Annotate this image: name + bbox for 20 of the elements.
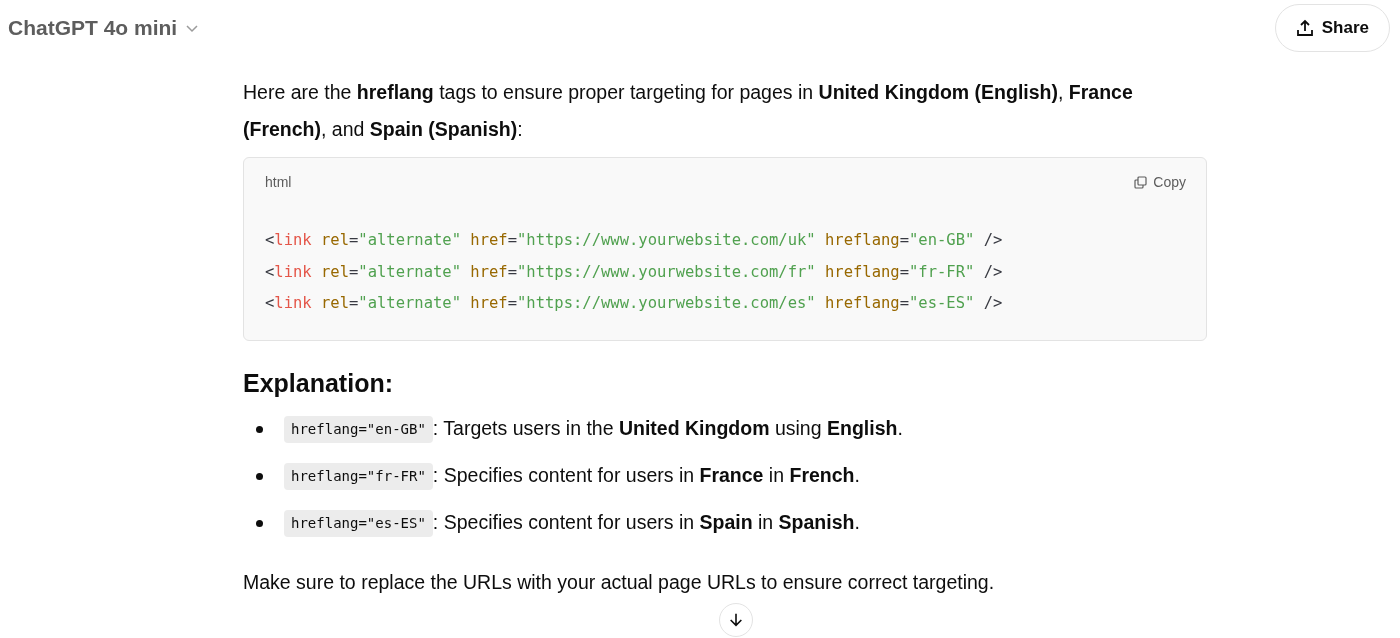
upload-icon bbox=[1295, 19, 1314, 37]
section-heading: Explanation: bbox=[243, 368, 394, 399]
bullet-text: : Specifies content for users in Spain in Spanish. bbox=[432, 510, 860, 536]
inline-code: hreflang="es-ES" bbox=[284, 509, 433, 537]
intro-paragraph: Here are the hreflang tags to ensure proper targeting for pages in United Kingdom (English), France (French), and Spain (Spanish): bbox=[243, 80, 1134, 142]
inline-code: hreflang="fr-FR" bbox=[284, 462, 433, 490]
copy-button[interactable]: Copy bbox=[1134, 171, 1186, 193]
copy-icon bbox=[1134, 175, 1148, 189]
code-language-label: html bbox=[265, 172, 292, 192]
bullet-text: : Specifies content for users in France in French. bbox=[432, 463, 860, 489]
closing-paragraph: Make sure to replace the URLs with your actual page URLs to ensure correct targeting. bbox=[243, 571, 996, 594]
scroll-down-button[interactable] bbox=[719, 603, 753, 637]
inline-code: hreflang="en-GB" bbox=[284, 415, 433, 443]
code-line: <link rel="alternate" href="https://www.yourwebsite.com/fr" hreflang="fr-FR" /> bbox=[265, 261, 1004, 283]
code-line: <link rel="alternate" href="https://www.yourwebsite.com/es" hreflang="es-ES" /> bbox=[265, 293, 1004, 314]
bullet-text: : Targets users in the United Kingdom using English. bbox=[432, 416, 903, 442]
model-title[interactable]: ChatGPT 4o mini bbox=[8, 12, 178, 44]
share-button[interactable]: Share bbox=[1274, 4, 1390, 52]
arrow-down-icon bbox=[728, 612, 744, 628]
code-line: <link rel="alternate" href="https://www.yourwebsite.com/uk" hreflang="en-GB" /> bbox=[265, 230, 1004, 251]
